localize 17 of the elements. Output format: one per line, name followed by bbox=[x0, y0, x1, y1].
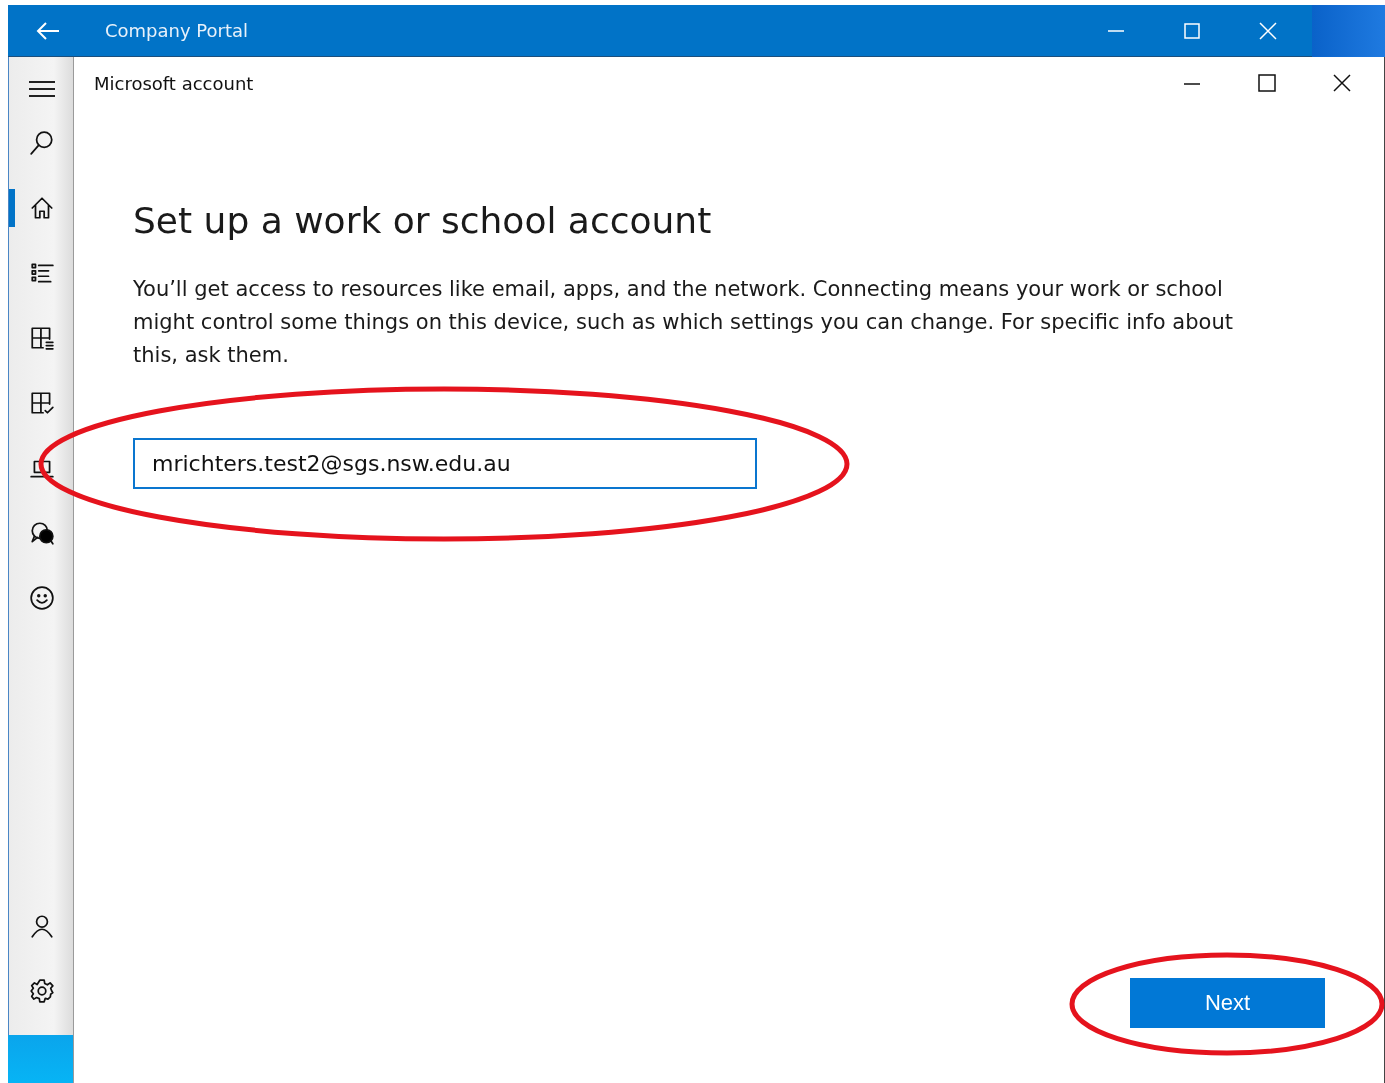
email-field[interactable]: mrichters.test2@sgs.nsw.edu.au bbox=[133, 438, 757, 489]
dialog-title: Microsoft account bbox=[94, 72, 254, 94]
apps-check-icon bbox=[29, 390, 55, 416]
home-icon bbox=[29, 195, 55, 221]
list-icon bbox=[29, 260, 55, 286]
apps-icon bbox=[29, 325, 55, 351]
app-title: Company Portal bbox=[105, 20, 249, 41]
page-heading: Set up a work or school account bbox=[133, 199, 713, 243]
back-arrow-icon[interactable] bbox=[35, 20, 61, 41]
person-icon bbox=[29, 913, 55, 939]
smiley-icon bbox=[29, 585, 55, 611]
description-text: You’ll get access to resources like email, apps, and the network. Connecting means your work or school might control some things on this device, such as which settings you can change. For specific info about this, ask them. bbox=[133, 276, 1234, 369]
menu-icon[interactable] bbox=[28, 79, 56, 99]
next-button[interactable]: Next bbox=[1130, 978, 1325, 1028]
search-icon bbox=[29, 130, 55, 156]
sidebar-footer-bar bbox=[8, 1035, 73, 1083]
gear-icon bbox=[29, 978, 55, 1004]
